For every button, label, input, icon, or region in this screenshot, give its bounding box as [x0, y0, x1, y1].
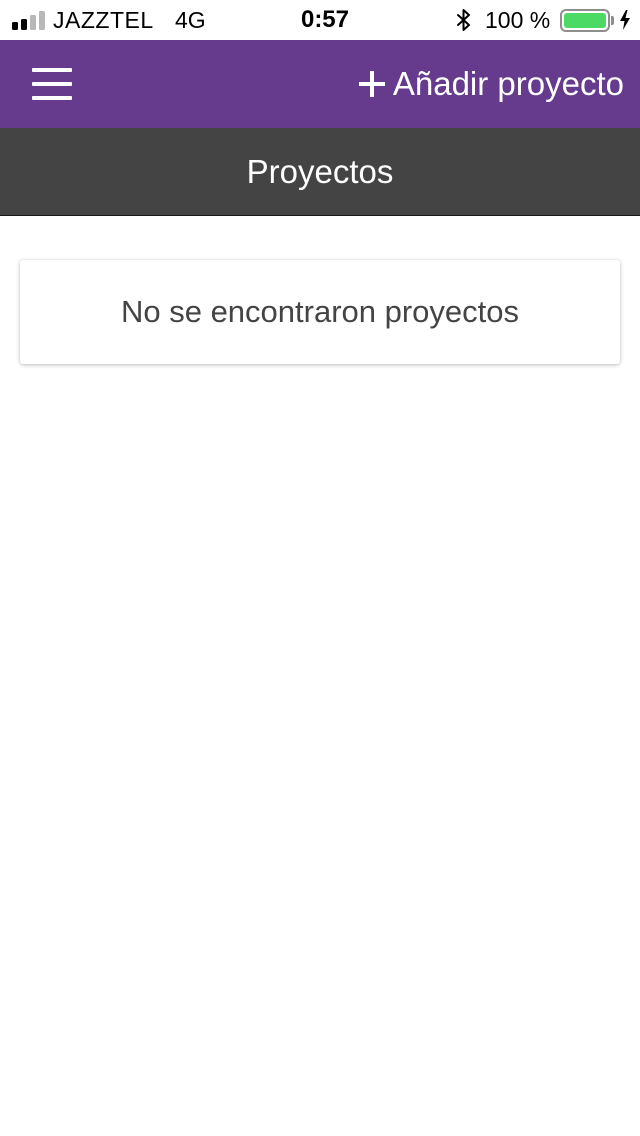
- section-header: Proyectos: [0, 128, 640, 216]
- empty-state-card: No se encontraron proyectos: [20, 260, 620, 364]
- hamburger-icon[interactable]: [22, 62, 82, 106]
- plus-icon: [358, 71, 385, 97]
- battery-tip: [611, 16, 614, 25]
- empty-state-message: No se encontraron proyectos: [120, 294, 520, 329]
- menu-line: [32, 68, 72, 72]
- add-project-label: Añadir proyecto: [392, 65, 624, 102]
- page-title: Proyectos: [246, 152, 394, 190]
- bluetooth-icon: [457, 9, 470, 31]
- app-header: Añadir proyecto: [0, 40, 640, 128]
- charging-icon: [620, 10, 630, 30]
- battery-fill: [564, 13, 606, 28]
- battery-icon: [560, 9, 610, 32]
- battery-percentage: 100 %: [485, 7, 551, 33]
- add-project-button[interactable]: Añadir proyecto: [358, 40, 624, 128]
- menu-line: [32, 82, 72, 86]
- status-bar: JAZZTEL 4G 0:57 100 %: [0, 0, 640, 40]
- menu-line: [32, 96, 72, 100]
